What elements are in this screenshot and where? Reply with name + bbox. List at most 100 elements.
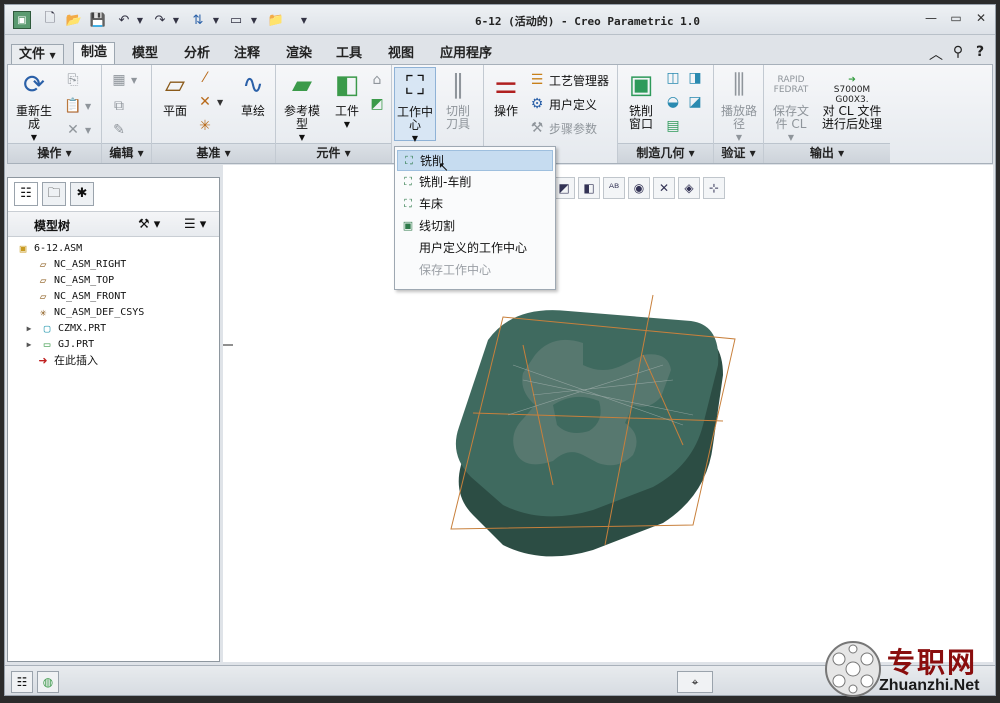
cutting-tool-button[interactable]: ∥ 切削刀具: [440, 69, 476, 131]
paste-icon[interactable]: 📋 ▼: [64, 97, 91, 115]
edit-definition-icon[interactable]: ✎: [110, 121, 128, 139]
tab-manufacture[interactable]: 制造: [73, 42, 116, 64]
refit-icon[interactable]: ◩: [553, 177, 575, 199]
close-button[interactable]: ✕: [970, 11, 992, 29]
save-cl-button[interactable]: RAPID FEDRAT 保存文件 CL ▼: [768, 69, 814, 144]
point-icon[interactable]: ✕ ▼: [196, 93, 223, 111]
mirror-icon[interactable]: ⧉: [110, 97, 128, 115]
group-edit-label[interactable]: 编辑 ▾: [102, 143, 151, 163]
workpiece-button[interactable]: ◧ 工件 ▼: [328, 69, 366, 131]
group-component-label[interactable]: 元件 ▾: [276, 143, 391, 163]
expand-icon[interactable]: ▶: [22, 322, 36, 334]
user-defined-button[interactable]: ⚙ 用户定义: [528, 95, 597, 113]
chevron-down-icon[interactable]: ▼: [207, 11, 225, 29]
menu-item-lathe[interactable]: ⛶ 车床: [397, 194, 553, 215]
tab-file-label: 文件: [19, 47, 46, 62]
delete-icon[interactable]: ✕ ▼: [64, 121, 91, 139]
collapse-ribbon-icon[interactable]: ︿: [927, 44, 945, 63]
tree-row[interactable]: ✳ NC_ASM_DEF_CSYS: [36, 304, 145, 320]
app-logo-icon[interactable]: ▣: [13, 11, 31, 29]
named-views-icon[interactable]: ᴬᴮ: [603, 177, 625, 199]
menu-item-user-defined-workcenter[interactable]: 用户定义的工作中心: [397, 238, 553, 259]
expand-icon[interactable]: ▶: [22, 338, 36, 350]
axis-icon[interactable]: ⁄: [196, 69, 214, 87]
stock-icon[interactable]: ▤: [664, 117, 682, 135]
tab-analysis[interactable]: 分析: [177, 44, 217, 64]
group-operation-label[interactable]: 操作 ▾: [8, 143, 101, 163]
tree-row[interactable]: ▱ NC_ASM_TOP: [36, 272, 115, 288]
folder-browser-tab-icon[interactable]: 🗀: [42, 182, 66, 206]
help-icon[interactable]: ?: [971, 44, 989, 62]
tree-row[interactable]: ▶ ▢ CZMX.PRT: [22, 320, 107, 336]
copy-icon[interactable]: ⎘: [64, 71, 82, 89]
workcenter-button[interactable]: ⛶ 工作中心 ▼: [394, 67, 436, 143]
tab-annotate[interactable]: 注释: [227, 44, 267, 64]
graphics-area[interactable]: [223, 165, 993, 662]
regenerate-icon[interactable]: ⇅: [189, 11, 207, 29]
drill-group-icon[interactable]: ◒: [664, 93, 682, 111]
mill-surface-icon[interactable]: ◨: [686, 69, 704, 87]
group-datum-label[interactable]: 基准 ▾: [152, 143, 275, 163]
tree-row[interactable]: ▣ 6-12.ASM: [16, 240, 82, 256]
browser-toggle-icon[interactable]: ◍: [37, 671, 59, 693]
tree-row[interactable]: ➜ 在此插入: [36, 352, 98, 368]
open-icon[interactable]: 📂: [65, 11, 83, 29]
spin-center-icon[interactable]: ⊹: [703, 177, 725, 199]
tree-row[interactable]: ▶ ▭ GJ.PRT: [22, 336, 95, 352]
regenerate-button[interactable]: ⟳ 重新生成 ▼: [14, 69, 54, 144]
tab-applications[interactable]: 应用程序: [433, 44, 499, 64]
process-manager-button[interactable]: ☰ 工艺管理器: [528, 71, 609, 89]
navigator-toggle-icon[interactable]: ☷: [11, 671, 33, 693]
search-icon[interactable]: ⚲: [949, 44, 967, 62]
tab-model[interactable]: 模型: [125, 44, 165, 64]
chevron-down-icon[interactable]: ▼: [245, 11, 263, 29]
find-icon[interactable]: ⌖: [677, 671, 713, 693]
window-icon[interactable]: ▭: [227, 11, 245, 29]
assemble-icon[interactable]: ◩: [368, 95, 386, 113]
tree-settings-icon[interactable]: ⚒ ▾: [138, 217, 160, 232]
step-params-button[interactable]: ⚒ 步骤参数: [528, 119, 597, 137]
chevron-down-icon[interactable]: ▼: [131, 11, 149, 29]
sketch-icon: ∿: [242, 69, 264, 100]
plane-button[interactable]: ▱ 平面: [156, 69, 194, 118]
menu-item-mill[interactable]: ⛶ 铣削 ↖: [397, 150, 553, 175]
new-icon[interactable]: 🗋: [41, 11, 59, 29]
turn-profile-icon[interactable]: ◪: [686, 93, 704, 111]
play-path-button[interactable]: ⫼ 播放路径 ▼: [718, 69, 760, 144]
mill-volume-icon[interactable]: ◫: [664, 69, 682, 87]
zoom-in-icon[interactable]: ◧: [578, 177, 600, 199]
tree-row[interactable]: ▱ NC_ASM_RIGHT: [36, 256, 127, 272]
group-verify-label[interactable]: 验证 ▾: [714, 143, 763, 163]
component-small-icon[interactable]: ⌂: [368, 71, 386, 89]
mill-window-button[interactable]: ▣ 铣削窗口: [622, 69, 660, 131]
pattern-icon[interactable]: ▦ ▼: [110, 71, 137, 89]
tab-render[interactable]: 渲染: [279, 44, 319, 64]
maximize-button[interactable]: ▭: [945, 11, 967, 29]
post-process-button[interactable]: ➔ S7000M G00X3. 对 CL 文件进行后处理: [818, 69, 886, 131]
tab-file[interactable]: 文件 ▼: [11, 44, 64, 64]
menu-item-mill-turn[interactable]: ⛶ 铣削-车削: [397, 172, 553, 193]
tree-row[interactable]: ▱ NC_ASM_FRONT: [36, 288, 127, 304]
reference-model-button[interactable]: ▰ 参考模型 ▼: [280, 69, 324, 144]
menu-item-wire-edm[interactable]: ▣ 线切割: [397, 216, 553, 237]
minimize-button[interactable]: —: [920, 11, 942, 29]
tab-tools[interactable]: 工具: [329, 44, 369, 64]
csys-icon[interactable]: ✳: [196, 117, 214, 135]
group-output-label[interactable]: 输出 ▾: [764, 143, 890, 163]
workpiece-icon: ▭: [43, 337, 51, 351]
operation-button[interactable]: ⚌ 操作: [488, 69, 524, 118]
favorites-tab-icon[interactable]: ✱: [70, 182, 94, 206]
chevron-down-icon[interactable]: ▼: [167, 11, 185, 29]
camera-icon[interactable]: ◉: [628, 177, 650, 199]
customize-icon[interactable]: ▼: [295, 11, 313, 29]
tab-view[interactable]: 视图: [381, 44, 421, 64]
datum-display-icon[interactable]: ✕: [653, 177, 675, 199]
model-tree-tab-icon[interactable]: ☷: [14, 182, 38, 206]
tree-show-icon[interactable]: ☰ ▾: [184, 217, 206, 232]
save-icon[interactable]: 💾: [89, 11, 107, 29]
folder-icon[interactable]: 📁: [267, 11, 285, 29]
reference-model-label: 参考模型: [283, 104, 320, 131]
group-mfg-geometry-label[interactable]: 制造几何 ▾: [618, 143, 713, 163]
sketch-button[interactable]: ∿ 草绘: [234, 69, 272, 118]
annotation-display-icon[interactable]: ◈: [678, 177, 700, 199]
